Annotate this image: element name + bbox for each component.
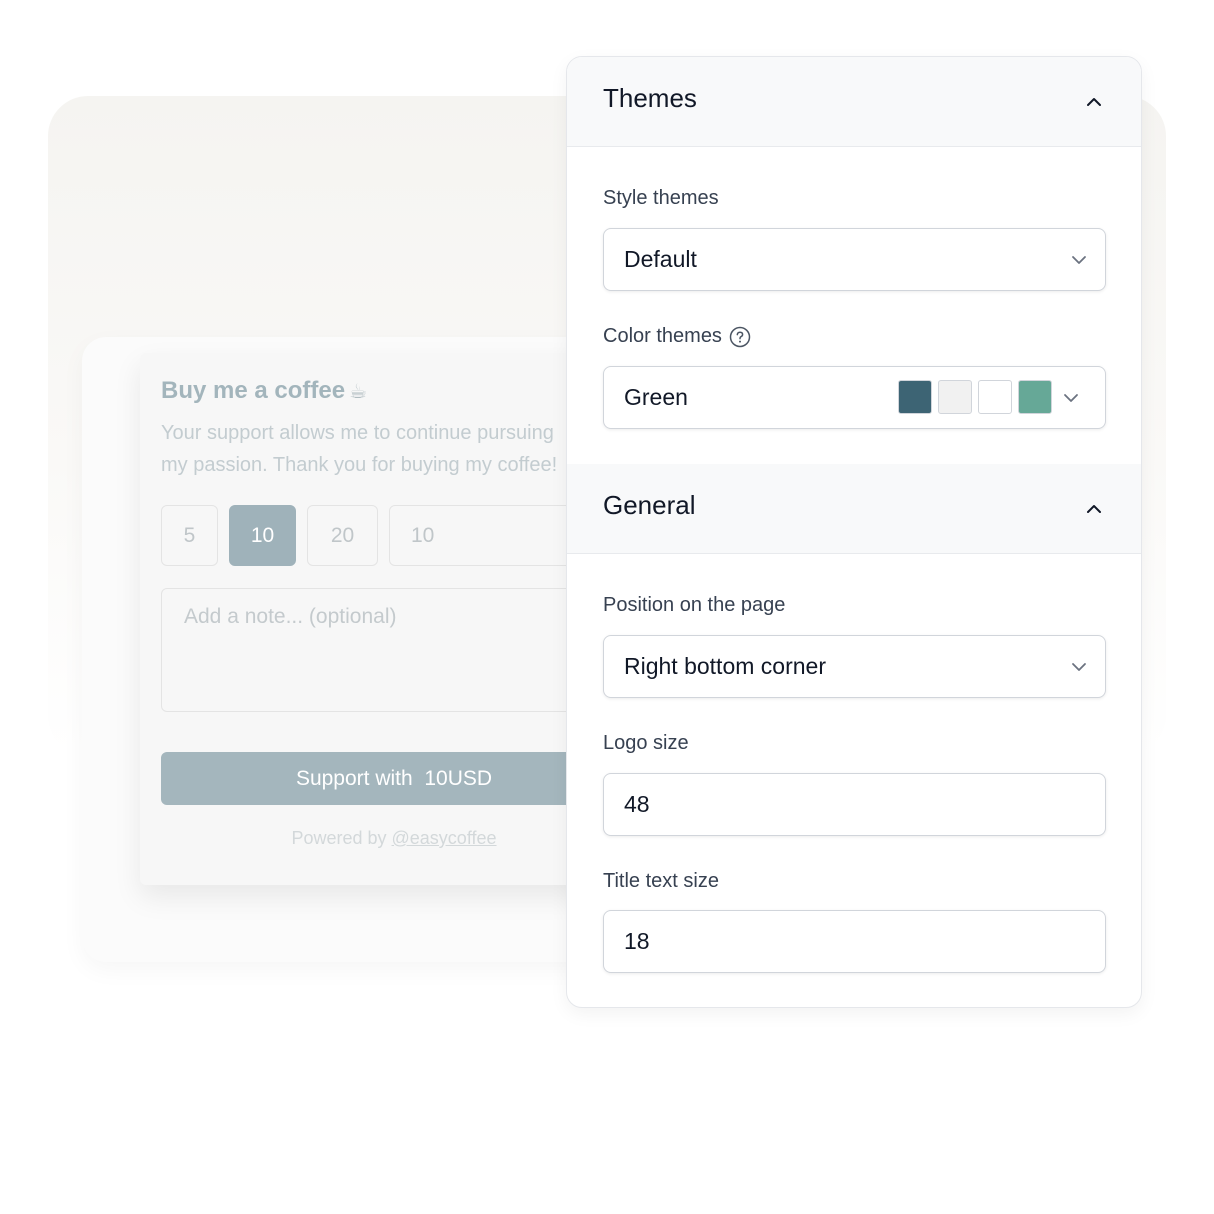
title-size-value: 18 bbox=[624, 928, 650, 954]
color-swatch bbox=[898, 380, 932, 414]
position-label-text: Position on the page bbox=[603, 594, 786, 616]
powered-by: Powered by @easycoffee bbox=[161, 828, 627, 849]
widget-title-text: Buy me a coffee bbox=[161, 377, 346, 404]
style-themes-select[interactable]: Default bbox=[603, 228, 1106, 291]
color-swatch bbox=[978, 380, 1012, 414]
chevron-down-icon bbox=[1072, 663, 1086, 671]
logo-size-label: Logo size bbox=[603, 732, 689, 755]
position-select[interactable]: Right bottom corner bbox=[603, 635, 1106, 698]
help-icon[interactable] bbox=[729, 326, 751, 348]
powered-by-link[interactable]: @easycoffee bbox=[392, 828, 497, 848]
powered-by-prefix: Powered by bbox=[291, 828, 392, 848]
color-swatches bbox=[898, 380, 1052, 414]
color-swatch bbox=[1018, 380, 1052, 414]
support-button[interactable]: Support with 10USD bbox=[161, 752, 627, 805]
amount-option-5[interactable]: 5 bbox=[161, 505, 218, 566]
amount-option-20[interactable]: 20 bbox=[307, 505, 378, 566]
position-label: Position on the page bbox=[603, 594, 785, 617]
chevron-down-icon bbox=[1072, 256, 1086, 264]
title-size-input[interactable]: 18 bbox=[603, 910, 1106, 973]
settings-panel: Themes Style themes Default Color themes… bbox=[566, 56, 1142, 1008]
logo-size-label-text: Logo size bbox=[603, 732, 689, 754]
position-value: Right bottom corner bbox=[624, 653, 826, 679]
coffee-widget-preview: Buy me a coffee ☕ Your support allows me … bbox=[140, 353, 640, 885]
title-size-label: Title text size bbox=[603, 870, 719, 893]
amount-option-10[interactable]: 10 bbox=[229, 505, 296, 566]
style-themes-label: Style themes bbox=[603, 187, 719, 210]
color-themes-value: Green bbox=[624, 384, 688, 410]
coffee-cup-icon: ☕ bbox=[349, 379, 368, 403]
color-themes-label: Color themes bbox=[603, 325, 751, 348]
color-themes-select[interactable]: Green bbox=[603, 366, 1106, 429]
chevron-up-icon[interactable] bbox=[1085, 500, 1103, 518]
chevron-down-icon bbox=[1064, 394, 1078, 402]
chevron-up-icon[interactable] bbox=[1085, 93, 1103, 111]
style-themes-label-text: Style themes bbox=[603, 187, 719, 209]
themes-section-title: Themes bbox=[603, 83, 697, 113]
widget-title: Buy me a coffee ☕ bbox=[161, 377, 367, 405]
logo-size-input[interactable]: 48 bbox=[603, 773, 1106, 836]
title-size-label-text: Title text size bbox=[603, 870, 719, 892]
color-themes-label-text: Color themes bbox=[603, 325, 722, 347]
logo-size-value: 48 bbox=[624, 791, 650, 817]
general-section-title: General bbox=[603, 490, 696, 520]
general-section-header[interactable]: General bbox=[567, 464, 1141, 554]
themes-section-header[interactable]: Themes bbox=[567, 57, 1141, 147]
color-swatch bbox=[938, 380, 972, 414]
style-themes-value: Default bbox=[624, 246, 697, 272]
